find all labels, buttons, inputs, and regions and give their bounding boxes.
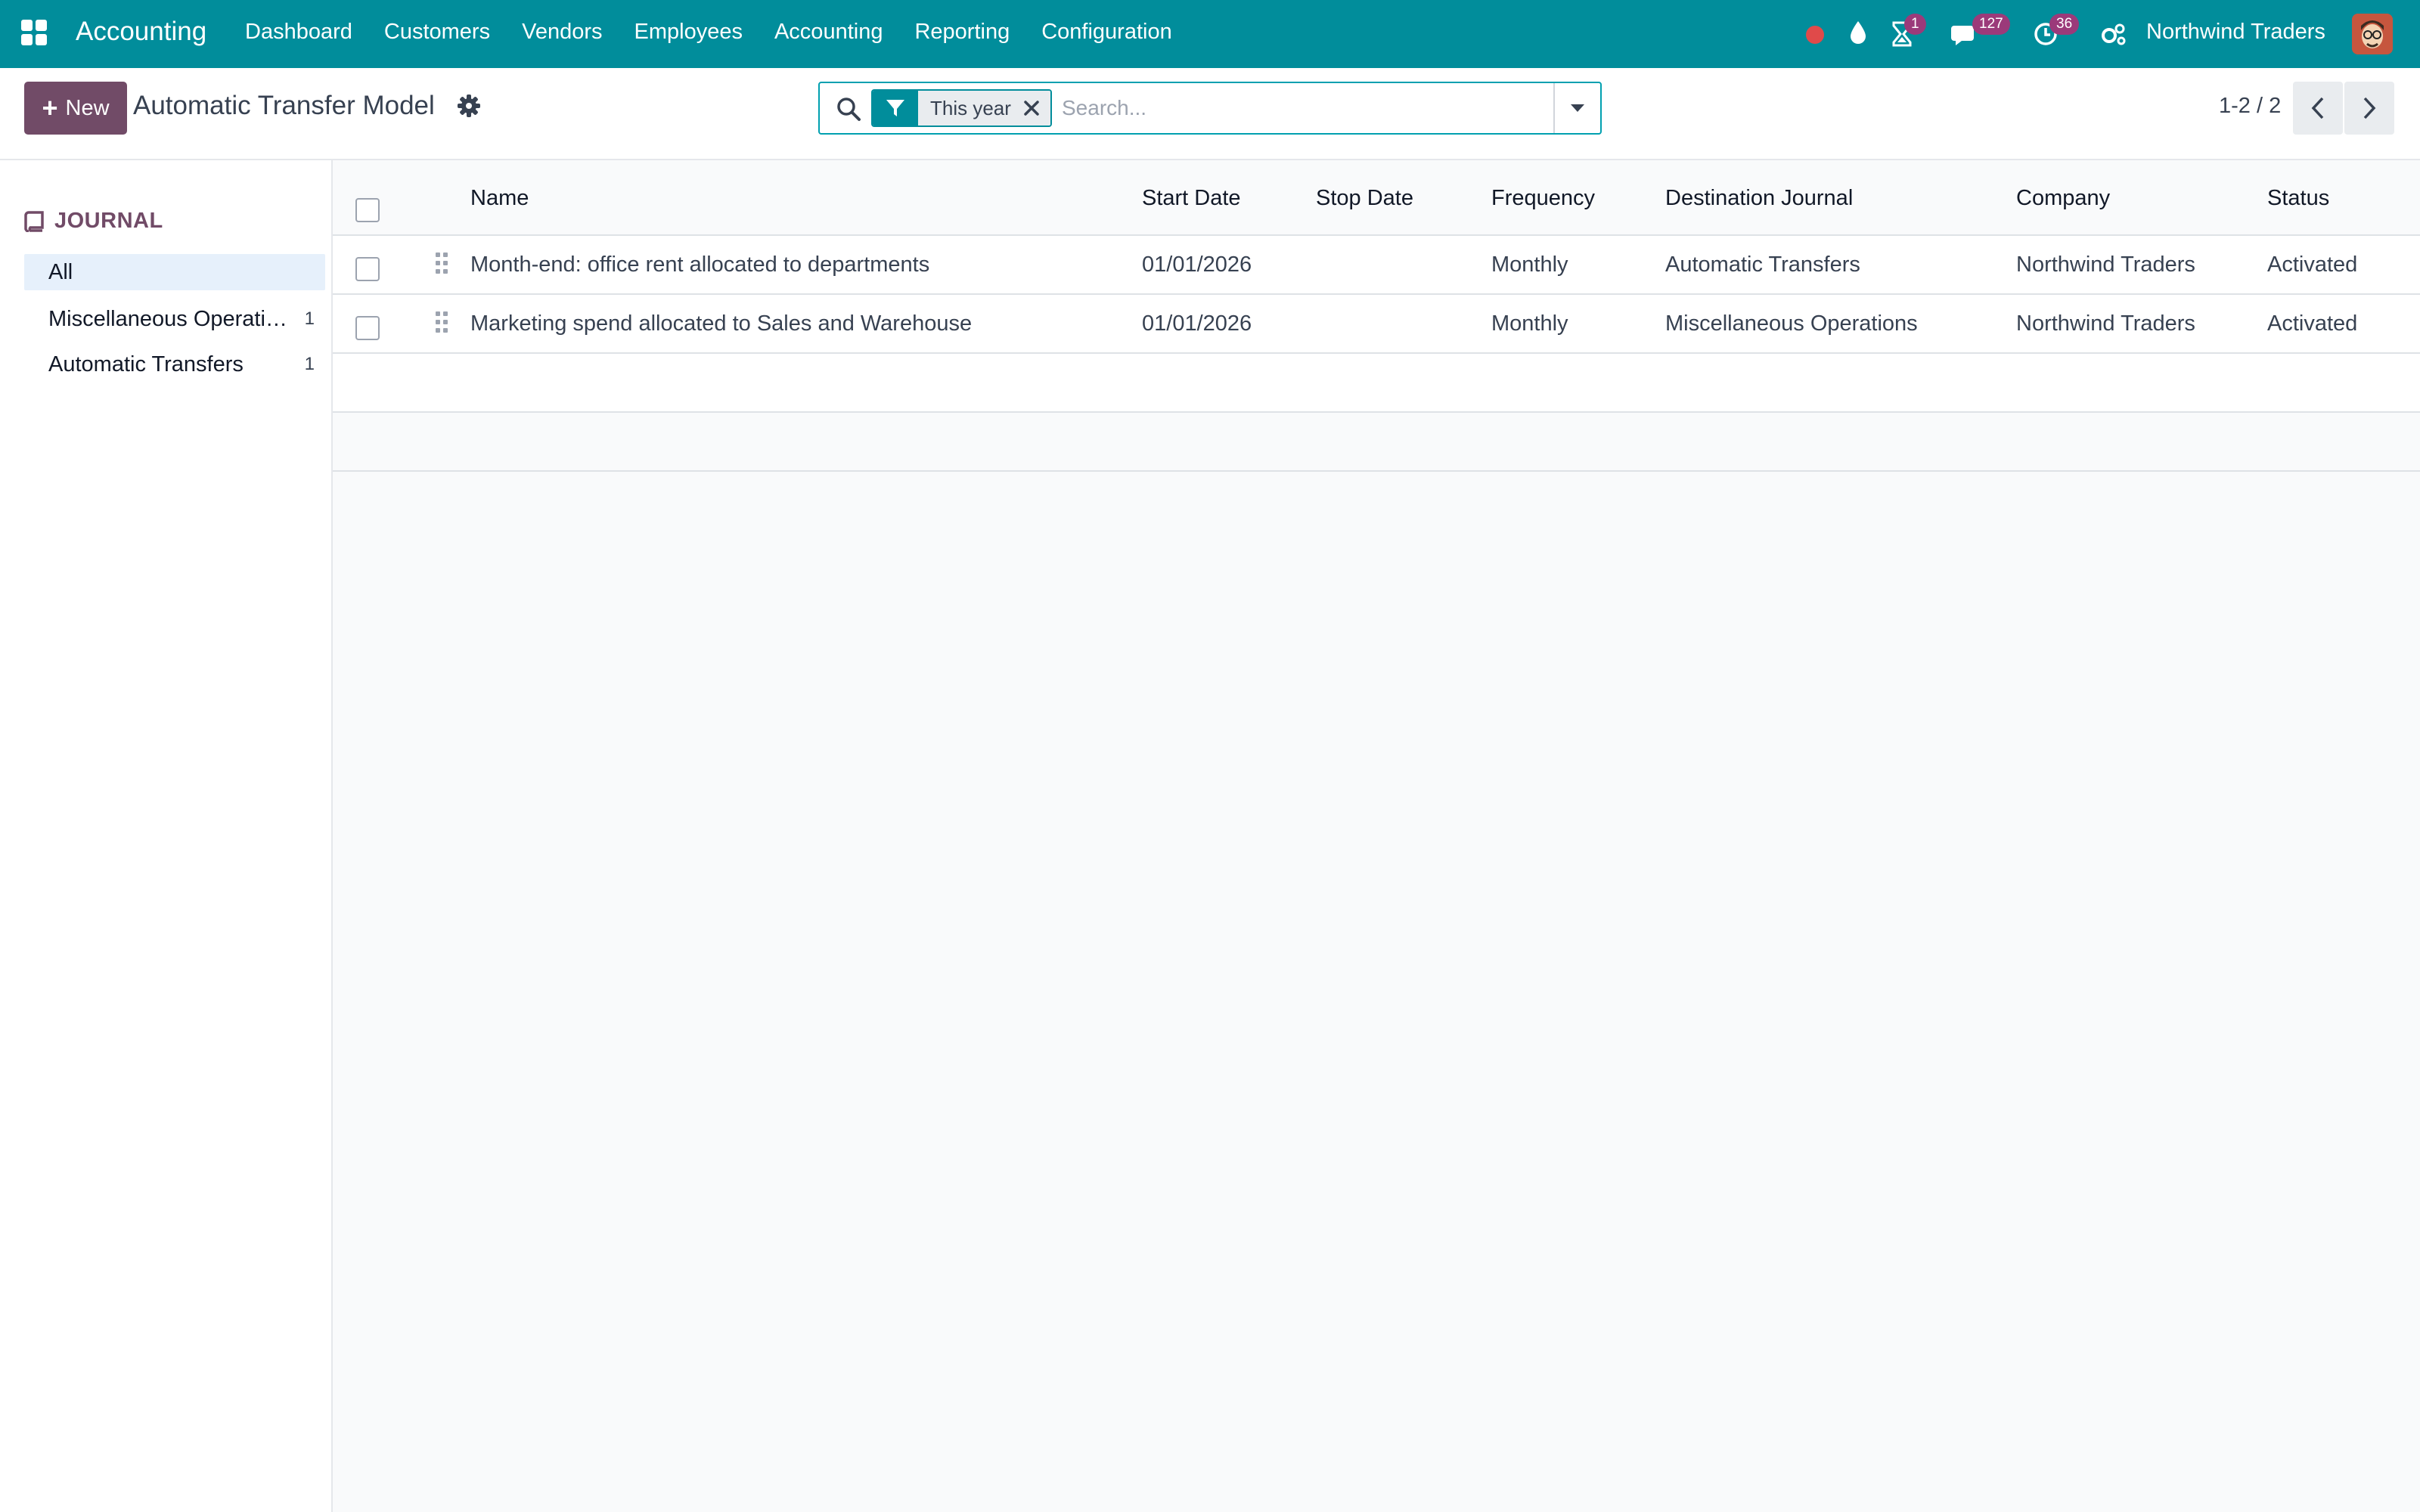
table-row[interactable]: Marketing spend allocated to Sales and W…	[333, 295, 2420, 354]
app-brand[interactable]: Accounting	[76, 17, 206, 47]
chevron-left-icon	[2311, 97, 2324, 119]
select-all-checkbox[interactable]	[355, 198, 380, 222]
cell-destination-journal: Miscellaneous Operations	[1665, 311, 1918, 336]
row-checkbox[interactable]	[355, 257, 380, 281]
clock-badge: 36	[2049, 14, 2080, 35]
menu-reporting[interactable]: Reporting	[914, 20, 1010, 45]
column-stop-date[interactable]: Stop Date	[1316, 186, 1413, 211]
recording-dot-icon[interactable]	[1804, 24, 1826, 45]
journal-filter-header: JOURNAL	[24, 209, 163, 234]
caret-down-icon	[1571, 104, 1584, 112]
cell-company: Northwind Traders	[2016, 311, 2195, 336]
cell-destination-journal: Automatic Transfers	[1665, 253, 1860, 277]
menu-vendors[interactable]: Vendors	[522, 20, 602, 45]
search-bar: This year	[818, 82, 1602, 135]
cell-name: Marketing spend allocated to Sales and W…	[470, 311, 973, 336]
search-icon[interactable]	[835, 95, 862, 122]
sidebar-item-label: Miscellaneous Operations	[48, 306, 290, 331]
list-view: Name Start Date Stop Date Frequency Dest…	[333, 160, 2420, 1512]
sidebar-item-count: 1	[304, 308, 315, 329]
column-frequency[interactable]: Frequency	[1491, 186, 1595, 211]
menu-accounting[interactable]: Accounting	[774, 20, 883, 45]
apps-menu-icon[interactable]	[21, 20, 48, 47]
filter-icon	[873, 91, 918, 125]
main-navbar: Accounting Dashboard Customers Vendors E…	[0, 0, 2420, 68]
sidebar-item-count: 1	[304, 354, 315, 374]
empty-row	[333, 413, 2420, 472]
drag-handle-icon[interactable]	[436, 311, 451, 337]
activity-badge: 1	[1904, 14, 1926, 35]
drag-handle-icon[interactable]	[436, 253, 451, 278]
cell-frequency: Monthly	[1491, 253, 1568, 277]
sidebar-item-automatic-transfers[interactable]: Automatic Transfers 1	[24, 346, 325, 383]
new-button-label: New	[65, 95, 110, 120]
close-icon[interactable]	[1022, 91, 1050, 125]
plus-icon: +	[42, 92, 58, 123]
cell-status: Activated	[2267, 253, 2358, 277]
sidebar-item-label: Automatic Transfers	[48, 352, 244, 376]
page-title: Automatic Transfer Model	[133, 91, 435, 120]
settings-gears-icon[interactable]	[2101, 23, 2127, 45]
book-icon	[24, 210, 44, 232]
pager-previous[interactable]	[2293, 82, 2343, 135]
search-panel: JOURNAL All Miscellaneous Operations 1 A…	[0, 160, 333, 1512]
column-start-date[interactable]: Start Date	[1142, 186, 1241, 211]
menu-employees[interactable]: Employees	[634, 20, 743, 45]
menu-customers[interactable]: Customers	[384, 20, 490, 45]
cell-company: Northwind Traders	[2016, 253, 2195, 277]
company-switcher[interactable]: Northwind Traders	[2146, 20, 2325, 45]
messages-badge: 127	[1972, 14, 2010, 35]
search-options-toggle[interactable]	[1553, 83, 1600, 133]
pager-value[interactable]: 1-2 / 2	[2219, 94, 2281, 119]
column-destination-journal[interactable]: Destination Journal	[1665, 186, 1853, 211]
empty-row	[333, 354, 2420, 413]
sidebar-item-miscellaneous-operations[interactable]: Miscellaneous Operations 1	[24, 301, 325, 337]
journal-header-label: JOURNAL	[54, 209, 163, 233]
cell-start-date: 01/01/2026	[1142, 311, 1252, 336]
chevron-right-icon	[2363, 97, 2376, 119]
menu-configuration[interactable]: Configuration	[1041, 20, 1172, 45]
column-status[interactable]: Status	[2267, 186, 2329, 211]
sidebar-item-label: All	[48, 259, 73, 284]
row-checkbox[interactable]	[355, 316, 380, 340]
table-row[interactable]: Month-end: office rent allocated to depa…	[333, 236, 2420, 295]
cell-status: Activated	[2267, 311, 2358, 336]
column-company[interactable]: Company	[2016, 186, 2110, 211]
sidebar-item-all[interactable]: All	[24, 254, 325, 290]
search-facet: This year	[871, 89, 1052, 127]
gear-icon[interactable]	[457, 94, 481, 118]
menu-dashboard[interactable]: Dashboard	[245, 20, 352, 45]
pager-next[interactable]	[2344, 82, 2394, 135]
column-name[interactable]: Name	[470, 186, 529, 211]
new-button[interactable]: + New	[24, 82, 127, 135]
cell-name: Month-end: office rent allocated to depa…	[470, 253, 930, 277]
table-header: Name Start Date Stop Date Frequency Dest…	[333, 160, 2420, 236]
search-input[interactable]	[1062, 89, 1576, 127]
cell-frequency: Monthly	[1491, 311, 1568, 336]
user-avatar[interactable]	[2352, 14, 2393, 54]
control-panel: + New Automatic Transfer Model This year	[0, 68, 2420, 160]
top-menu: Dashboard Customers Vendors Employees Ac…	[245, 20, 1204, 45]
avatar-face-icon	[2352, 14, 2393, 54]
cell-start-date: 01/01/2026	[1142, 253, 1252, 277]
facet-label: This year	[918, 91, 1023, 125]
droplet-icon[interactable]	[1848, 20, 1868, 45]
